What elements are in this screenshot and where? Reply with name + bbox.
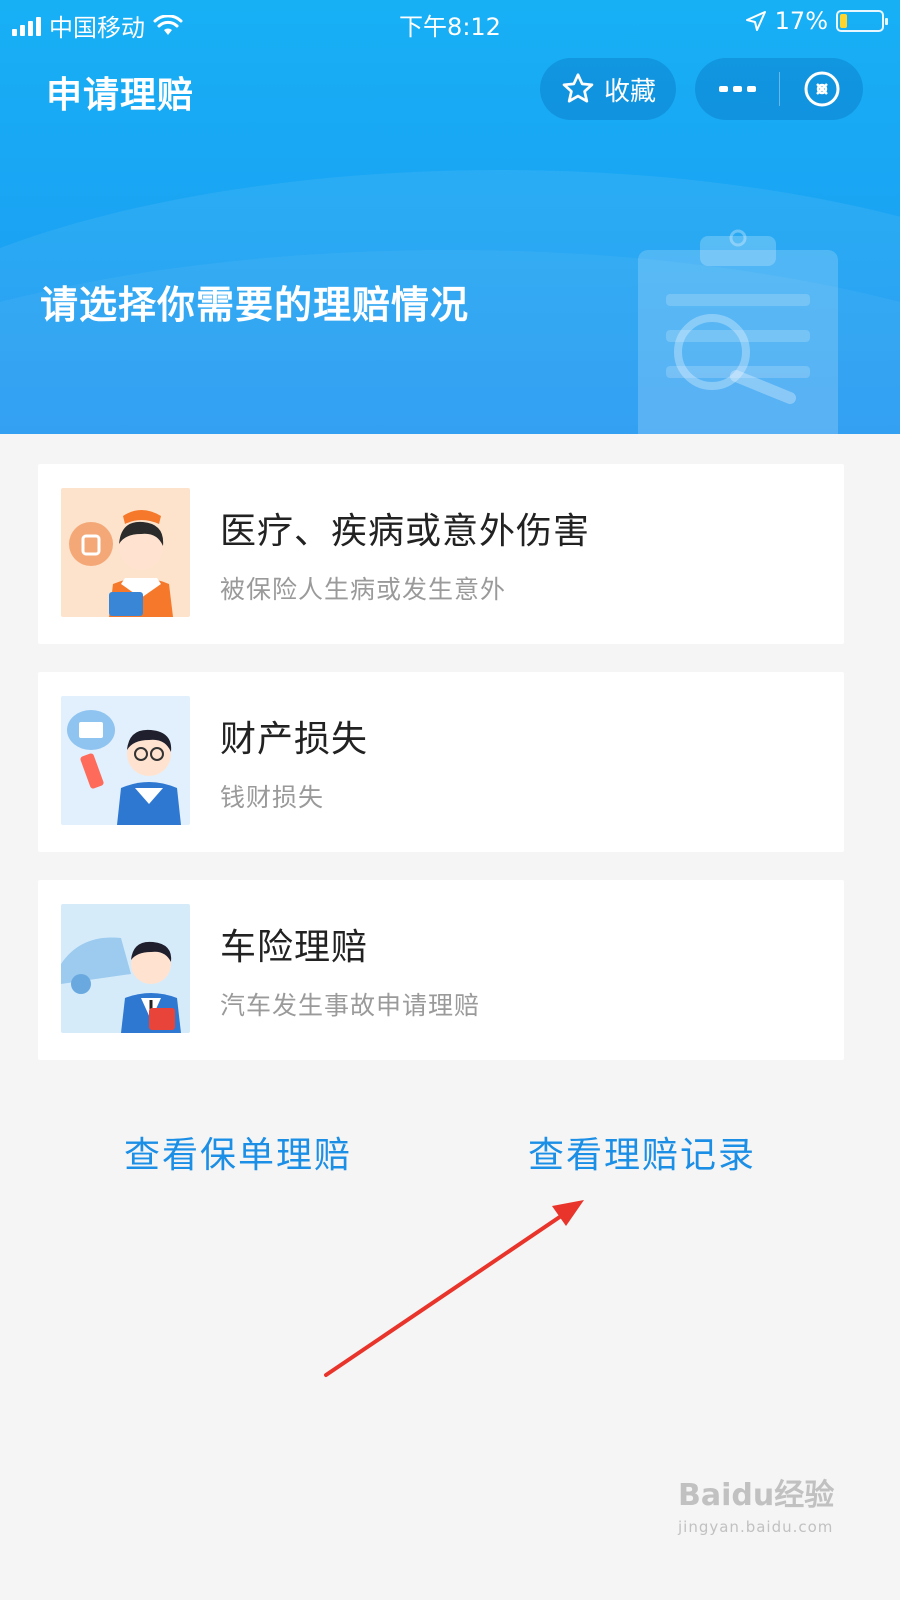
watermark: Baidu经验 jingyan.baidu.com	[678, 1470, 834, 1536]
watermark-url: jingyan.baidu.com	[678, 1518, 834, 1536]
watermark-brand: Baidu经验	[678, 1478, 835, 1513]
annotation-arrow	[324, 1200, 584, 1377]
